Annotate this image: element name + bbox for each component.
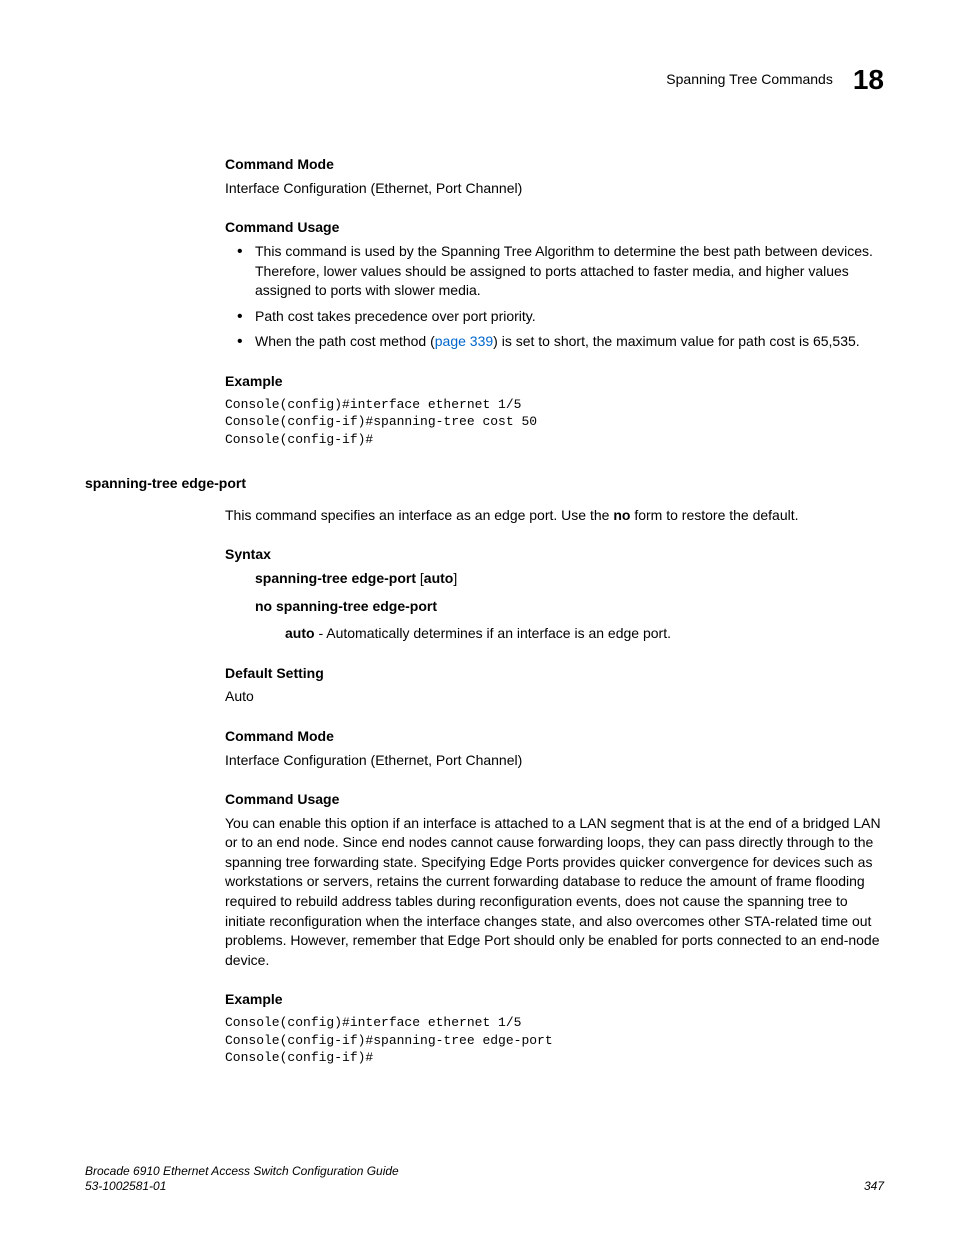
heading-command-mode: Command Mode: [225, 155, 884, 175]
chapter-number: 18: [853, 60, 884, 99]
heading-command-mode-2: Command Mode: [225, 727, 884, 747]
edge-port-intro: This command specifies an interface as a…: [225, 506, 884, 526]
command-mode-text: Interface Configuration (Ethernet, Port …: [225, 179, 884, 199]
example-code-1: Console(config)#interface ethernet 1/5 C…: [225, 396, 884, 449]
heading-default-setting: Default Setting: [225, 664, 884, 684]
syntax-param: auto - Automatically determines if an in…: [285, 624, 884, 644]
syntax-param-bold: auto: [285, 625, 315, 641]
usage-bullet-3: When the path cost method (page 339) is …: [255, 332, 884, 352]
heading-syntax: Syntax: [225, 545, 884, 565]
usage-text-2: You can enable this option if an interfa…: [225, 814, 884, 971]
intro-no-bold: no: [613, 507, 630, 523]
content-area-2: This command specifies an interface as a…: [225, 506, 884, 1067]
default-text: Auto: [225, 687, 884, 707]
heading-example-2: Example: [225, 990, 884, 1010]
page-footer: Brocade 6910 Ethernet Access Switch Conf…: [85, 1164, 884, 1195]
usage-b3-a: When the path cost method (: [255, 333, 435, 349]
header-title: Spanning Tree Commands: [666, 70, 833, 90]
intro-b: form to restore the default.: [630, 507, 798, 523]
usage-b3-b: ) is set to short, the maximum value for…: [493, 333, 860, 349]
command-mode-text-2: Interface Configuration (Ethernet, Port …: [225, 751, 884, 771]
heading-command-usage: Command Usage: [225, 218, 884, 238]
syntax-line-2: no spanning-tree edge-port: [255, 597, 884, 617]
footer-left: Brocade 6910 Ethernet Access Switch Conf…: [85, 1164, 399, 1195]
footer-docnum: 53-1002581-01: [85, 1179, 399, 1195]
command-title-edge-port: spanning-tree edge-port: [85, 474, 884, 494]
syntax-l1-rest2: ]: [453, 570, 457, 586]
syntax-l1-bold: spanning-tree edge-port: [255, 570, 416, 586]
example-code-2: Console(config)#interface ethernet 1/5 C…: [225, 1014, 884, 1067]
usage-bullet-1: This command is used by the Spanning Tre…: [255, 242, 884, 301]
heading-example: Example: [225, 372, 884, 392]
syntax-l1-bold2: auto: [424, 570, 454, 586]
page-339-link[interactable]: page 339: [435, 333, 493, 349]
footer-page-number: 347: [864, 1178, 884, 1195]
content-area: Command Mode Interface Configuration (Et…: [225, 155, 884, 448]
usage-bullet-2: Path cost takes precedence over port pri…: [255, 307, 884, 327]
syntax-line-1: spanning-tree edge-port [auto]: [255, 569, 884, 589]
usage-bullet-list: This command is used by the Spanning Tre…: [255, 242, 884, 352]
syntax-param-rest: - Automatically determines if an interfa…: [315, 625, 671, 641]
footer-guide: Brocade 6910 Ethernet Access Switch Conf…: [85, 1164, 399, 1180]
heading-command-usage-2: Command Usage: [225, 790, 884, 810]
page-header: Spanning Tree Commands 18: [85, 60, 884, 99]
syntax-l1-rest: [: [416, 570, 424, 586]
intro-a: This command specifies an interface as a…: [225, 507, 613, 523]
